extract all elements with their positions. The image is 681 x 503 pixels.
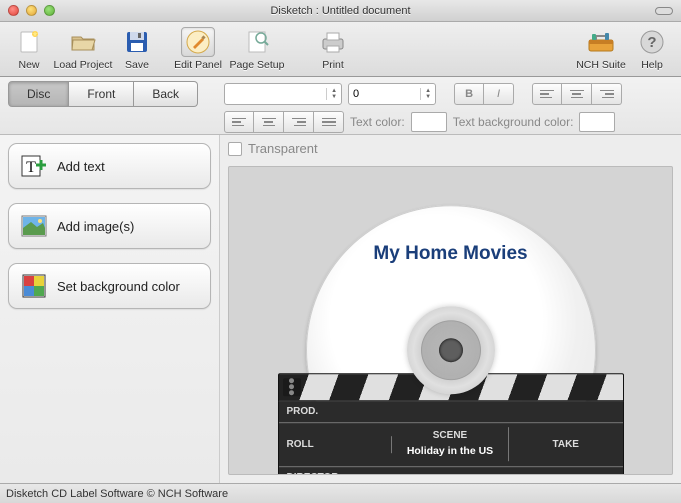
toolbar-toggle-button[interactable]	[655, 7, 673, 15]
page-setup-icon	[240, 27, 274, 57]
main-area: T Add text Add image(s) Set background c…	[0, 135, 681, 483]
load-project-button[interactable]: Load Project	[52, 27, 114, 72]
tab-back[interactable]: Back	[134, 81, 198, 107]
align-center-button[interactable]	[254, 111, 284, 133]
clapper-director-label: DIRECTOR	[279, 469, 623, 475]
para-align-center-button[interactable]	[562, 83, 592, 105]
image-icon	[21, 214, 47, 238]
help-button[interactable]: ? Help	[629, 27, 675, 72]
font-style-group: B I	[454, 83, 514, 105]
disc-preview: My Home Movies PROD. ROLL SCENE Holiday …	[306, 205, 596, 475]
add-text-label: Add text	[57, 159, 105, 174]
tab-front[interactable]: Front	[69, 81, 134, 107]
design-canvas[interactable]: My Home Movies PROD. ROLL SCENE Holiday …	[228, 166, 673, 475]
svg-text:T: T	[26, 159, 36, 176]
paragraph-align-group	[532, 83, 622, 105]
transparent-label: Transparent	[248, 141, 318, 156]
view-tabs: Disc Front Back	[8, 81, 198, 107]
pencil-circle-icon	[181, 27, 215, 57]
window-controls	[8, 5, 55, 16]
clapper-scene-label: SCENE	[433, 431, 467, 442]
printer-icon	[316, 27, 350, 57]
clapper-scene-value: Holiday in the US	[407, 446, 493, 459]
add-text-button[interactable]: T Add text	[8, 143, 211, 189]
text-align-group	[224, 111, 344, 133]
text-bg-color-label: Text background color:	[453, 115, 574, 129]
add-images-label: Add image(s)	[57, 219, 134, 234]
bold-button[interactable]: B	[454, 83, 484, 105]
tab-disc[interactable]: Disc	[8, 81, 69, 107]
text-color-swatch[interactable]	[411, 112, 447, 132]
text-bg-color-swatch[interactable]	[579, 112, 615, 132]
add-images-button[interactable]: Add image(s)	[8, 203, 211, 249]
sidebar: T Add text Add image(s) Set background c…	[0, 135, 220, 483]
format-bar: Disc Front Back ▲▼ 0 ▲▼ B I	[0, 77, 681, 135]
transparent-checkbox[interactable]	[228, 142, 242, 156]
new-button[interactable]: New	[6, 27, 52, 72]
zoom-window-button[interactable]	[44, 5, 55, 16]
text-color-label: Text color:	[350, 115, 405, 129]
set-bg-color-button[interactable]: Set background color	[8, 263, 211, 309]
status-text: Disketch CD Label Software © NCH Softwar…	[6, 488, 228, 500]
font-size-combo[interactable]: 0 ▲▼	[348, 83, 436, 105]
set-bg-label: Set background color	[57, 279, 180, 294]
align-justify-button[interactable]	[314, 111, 344, 133]
svg-text:?: ?	[647, 34, 656, 51]
titlebar: Disketch : Untitled document	[0, 0, 681, 22]
nch-suite-button[interactable]: NCH Suite	[573, 27, 629, 72]
minimize-window-button[interactable]	[26, 5, 37, 16]
edit-panel-button[interactable]: Edit Panel	[170, 27, 226, 72]
font-family-combo[interactable]: ▲▼	[224, 83, 342, 105]
color-grid-icon	[21, 274, 47, 298]
para-align-right-button[interactable]	[592, 83, 622, 105]
disc-hole	[439, 338, 463, 362]
disc-title-text[interactable]: My Home Movies	[306, 243, 596, 265]
window-title: Disketch : Untitled document	[270, 5, 410, 17]
para-align-left-button[interactable]	[532, 83, 562, 105]
font-size-value: 0	[353, 88, 418, 100]
clapper-take-label: TAKE	[517, 439, 615, 450]
italic-button[interactable]: I	[484, 83, 514, 105]
close-window-button[interactable]	[8, 5, 19, 16]
align-left-button[interactable]	[224, 111, 254, 133]
clapper-prod-label: PROD.	[279, 403, 623, 420]
folder-open-icon	[66, 27, 100, 57]
align-right-button[interactable]	[284, 111, 314, 133]
status-bar: Disketch CD Label Software © NCH Softwar…	[0, 483, 681, 503]
clapper-roll-label: ROLL	[287, 439, 384, 450]
add-text-icon: T	[21, 154, 47, 178]
page-setup-button[interactable]: Page Setup	[226, 27, 288, 72]
print-button[interactable]: Print	[310, 27, 356, 72]
main-toolbar: New Load Project Save Edit Panel Pa	[0, 22, 681, 77]
stepper-icon: ▲▼	[326, 88, 337, 100]
new-document-icon	[12, 27, 46, 57]
save-button[interactable]: Save	[114, 27, 160, 72]
toolbox-icon	[584, 27, 618, 57]
canvas-area: Transparent My Home Movies PROD. ROLL SC	[220, 135, 681, 483]
stepper-icon: ▲▼	[420, 88, 431, 100]
help-icon: ?	[635, 27, 669, 57]
floppy-disk-icon	[120, 27, 154, 57]
